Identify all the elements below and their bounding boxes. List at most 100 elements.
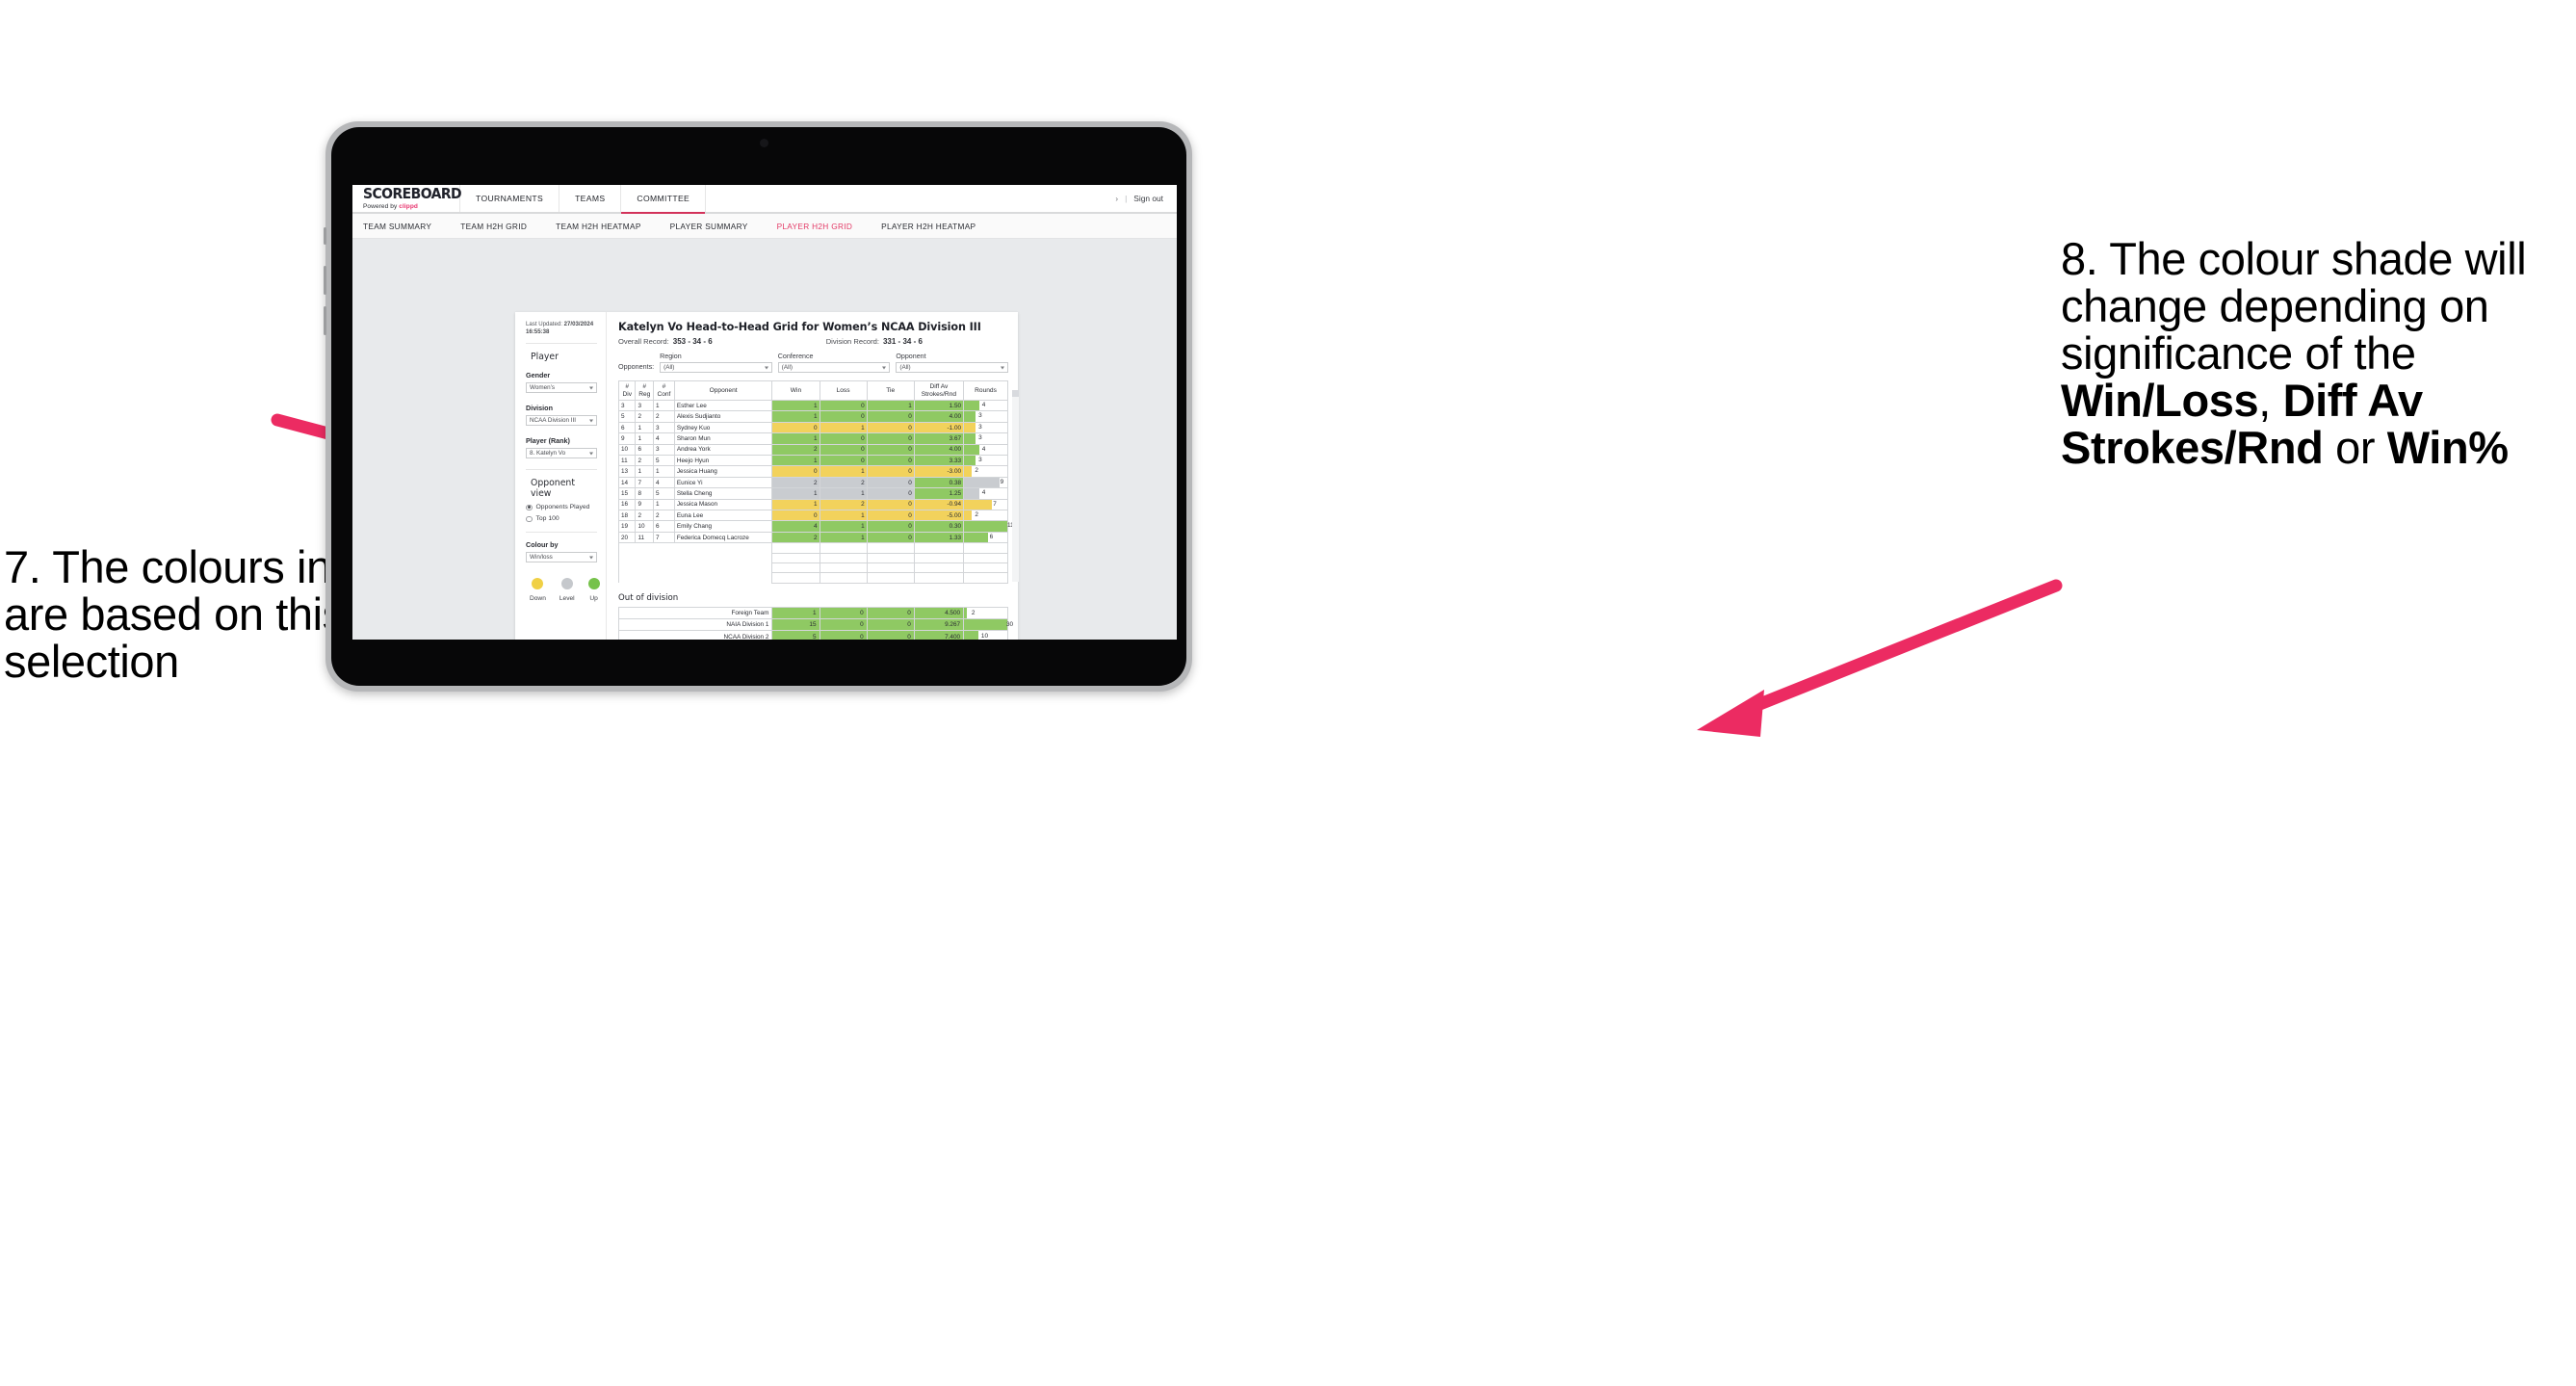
cell-reg: 9 xyxy=(635,498,655,511)
filter-conference-select[interactable]: (All) xyxy=(777,362,891,373)
cell-tie: 1 xyxy=(866,399,915,412)
cell-diff: 0.30 xyxy=(913,520,965,533)
brand-logo[interactable]: SCOREBOARD Powered by clippd xyxy=(352,185,462,212)
table-row[interactable]: 3 3 1 Esther Lee 1 0 1 1.50 4 xyxy=(617,399,1008,412)
table-row[interactable]: 15 8 5 Stella Cheng 1 1 0 1.25 4 xyxy=(617,487,1008,500)
table-row[interactable]: 6 1 3 Sydney Kuo 0 1 0 -1.00 3 xyxy=(617,421,1008,434)
cell-ood-rounds: 2 xyxy=(963,606,1008,620)
h2h-grid-body: 3 3 1 Esther Lee 1 0 1 1.50 4 5 2 2 Alexis Sudjianto… xyxy=(617,399,1014,584)
nav-teams[interactable]: TEAMS xyxy=(559,185,622,212)
table-row[interactable]: 19 10 6 Emily Chang 4 1 0 0.30 11 xyxy=(617,520,1014,533)
annotation-right-text: 8. The colour shade will change dependin… xyxy=(2061,235,2576,473)
filter-player-rank-value: 8. Katelyn Vo xyxy=(530,450,566,458)
grid-scrollbar-thumb[interactable] xyxy=(1012,390,1019,397)
top-navigation: TOURNAMENTS TEAMS COMMITTEE xyxy=(460,185,707,214)
filter-division-select[interactable]: NCAA Division III xyxy=(526,415,597,427)
list-item[interactable]: Foreign Team 1 0 0 4.500 2 xyxy=(617,606,1008,620)
table-row[interactable]: 13 1 1 Jessica Huang 0 1 0 -3.00 2 xyxy=(617,465,1008,478)
nav-committee[interactable]: COMMITTEE xyxy=(621,185,707,214)
nav-tournaments[interactable]: TOURNAMENTS xyxy=(460,185,560,212)
col-rounds: Rounds xyxy=(963,380,1008,401)
cell-conf: 3 xyxy=(653,421,675,434)
cell-opponent: Esther Lee xyxy=(673,399,773,412)
grid-content: Katelyn Vo Head-to-Head Grid for Women’s… xyxy=(607,312,1019,640)
table-row[interactable]: 18 2 2 Euna Lee 0 1 0 -5.00 2 xyxy=(617,510,1008,522)
brand-title: SCOREBOARD xyxy=(363,185,462,202)
filter-gender-select[interactable]: Women’s xyxy=(526,382,597,394)
filter-player-rank: Player (Rank) 8. Katelyn Vo xyxy=(526,436,597,459)
col-opponent: Opponent xyxy=(673,380,773,401)
chevron-right-icon[interactable]: › xyxy=(1115,195,1118,203)
table-row[interactable]: 5 2 2 Alexis Sudjianto 1 0 0 4.00 3 xyxy=(617,410,1008,423)
subnav-team-summary[interactable]: TEAM SUMMARY xyxy=(363,222,431,231)
filter-colour-by-select[interactable]: Win/loss xyxy=(526,552,597,563)
grid-scrollbar-track[interactable] xyxy=(1012,390,1019,582)
filter-gender: Gender Women’s xyxy=(526,371,597,394)
cell-loss: 2 xyxy=(819,476,868,489)
cell-diff: 4.00 xyxy=(913,443,965,457)
subnav-player-h2h-grid[interactable]: PLAYER H2H GRID xyxy=(777,222,853,231)
cell-opponent: Euna Lee xyxy=(673,510,773,522)
cell-reg: 1 xyxy=(635,465,655,478)
list-item[interactable]: NCAA Division 2 5 0 0 7.400 10 xyxy=(617,630,1008,640)
cell-rounds: 6 xyxy=(963,531,1008,544)
cell-rounds: 7 xyxy=(963,498,1008,511)
subnav-team-h2h-grid[interactable]: TEAM H2H GRID xyxy=(460,222,527,231)
cell-win: 2 xyxy=(771,531,820,544)
cell-div: 11 xyxy=(617,455,637,467)
table-row[interactable]: 11 2 5 Heejo Hyun 1 0 0 3.33 3 xyxy=(617,455,1008,467)
filter-opponent-select[interactable]: (All) xyxy=(896,362,1008,373)
table-row[interactable]: 14 7 4 Eunice Yi 2 2 0 0.38 9 xyxy=(617,476,1008,489)
cell-opponent: Emily Chang xyxy=(673,520,773,533)
cell-diff: -3.00 xyxy=(913,465,965,478)
cell-diff: 1.50 xyxy=(913,399,965,412)
filter-region-select[interactable]: (All) xyxy=(660,362,772,373)
cell-rounds: 3 xyxy=(963,421,1008,434)
annotation-right-bold3: Win% xyxy=(2386,421,2509,473)
last-updated-label: Last Updated: xyxy=(526,321,564,327)
legend-up-label: Up xyxy=(589,595,598,603)
cell-tie: 0 xyxy=(866,498,915,511)
cell-conf: 2 xyxy=(653,510,675,522)
subnav-player-summary[interactable]: PLAYER SUMMARY xyxy=(670,222,748,231)
filter-player-rank-select[interactable]: 8. Katelyn Vo xyxy=(526,448,597,459)
radio-top-100[interactable]: Top 100 xyxy=(526,515,597,522)
app-header: SCOREBOARD Powered by clippd TOURNAMENTS… xyxy=(352,185,1177,214)
chevron-down-icon xyxy=(589,452,593,456)
filter-conference-value: (All) xyxy=(781,364,793,371)
cell-opponent: Federica Domecq Lacroze xyxy=(673,531,773,544)
dashboard-card: Last Updated: 27/03/2024 16:55:38 Player… xyxy=(515,312,1019,640)
cell-reg: 6 xyxy=(635,443,655,457)
col-div: # Div xyxy=(617,380,637,401)
table-row[interactable]: 9 1 4 Sharon Mun 1 0 0 3.67 3 xyxy=(617,432,1008,445)
subnav-team-h2h-heatmap[interactable]: TEAM H2H HEATMAP xyxy=(556,222,641,231)
cell-div: 15 xyxy=(617,487,637,500)
subnav-player-h2h-heatmap[interactable]: PLAYER H2H HEATMAP xyxy=(881,222,976,231)
sign-out-link[interactable]: Sign out xyxy=(1133,194,1163,203)
cell-div: 20 xyxy=(617,531,637,544)
last-updated-time: 16:55:38 xyxy=(526,328,550,336)
cell-tie: 0 xyxy=(866,487,915,500)
overall-record-value: 353 - 34 - 6 xyxy=(672,337,713,346)
out-of-division-heading: Out of division xyxy=(618,592,679,603)
front-camera-icon xyxy=(760,139,768,147)
cell-reg: 1 xyxy=(635,432,655,445)
table-row[interactable]: 10 6 3 Andrea York 2 0 0 4.00 4 xyxy=(617,443,1008,457)
cell-win: 1 xyxy=(771,498,820,511)
filter-conference: Conference (All) xyxy=(777,353,891,373)
table-row[interactable]: 20 11 7 Federica Domecq Lacroze 2 1 0 1.33 6 xyxy=(617,531,1008,544)
table-row[interactable]: 16 9 1 Jessica Mason 1 2 0 -0.94 7 xyxy=(617,498,1008,511)
list-item[interactable]: NAIA Division 1 15 0 0 9.267 30 xyxy=(617,618,1013,632)
cell-diff: 4.00 xyxy=(913,410,965,423)
table-row-empty xyxy=(617,562,1008,574)
annotation-right-bold1: Win/Loss xyxy=(2061,374,2259,426)
cell-diff: -1.00 xyxy=(913,421,965,434)
annotation-right-sep2: or xyxy=(2323,421,2387,473)
cell-loss: 0 xyxy=(819,399,868,412)
opponent-filters: Opponents: Region (All) Conference (All)… xyxy=(618,353,1008,373)
radio-opponents-played[interactable]: Opponents Played xyxy=(526,504,597,510)
chevron-down-icon xyxy=(589,556,593,560)
cell-loss: 0 xyxy=(819,410,868,423)
col-reg: # Reg xyxy=(635,380,655,401)
cell-ood-tie: 0 xyxy=(866,618,915,632)
